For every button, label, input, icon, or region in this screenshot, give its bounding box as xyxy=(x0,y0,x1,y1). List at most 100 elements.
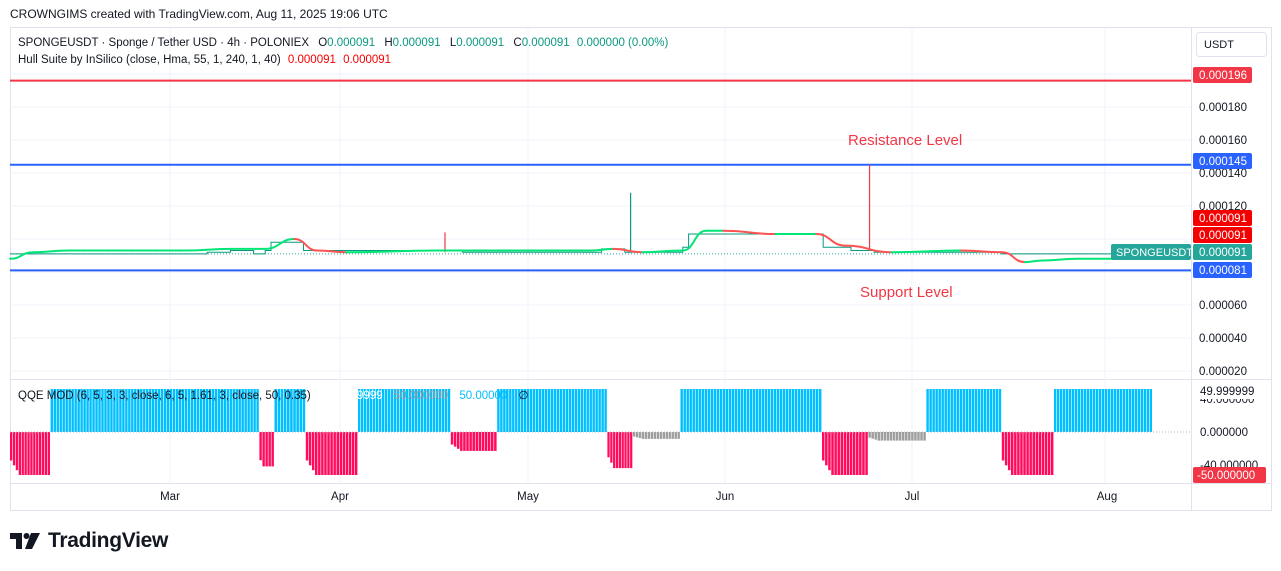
qqe-bar xyxy=(728,389,732,432)
qqe-bar xyxy=(478,432,482,451)
qqe-bar xyxy=(965,389,969,432)
hull-legend[interactable]: Hull Suite by InSilico (close, Hma, 55, … xyxy=(18,54,391,66)
qqe-bar xyxy=(683,389,686,432)
qqe-bar xyxy=(1098,389,1102,432)
qqe-bar xyxy=(1083,389,1087,432)
qqe-bar xyxy=(719,389,723,432)
qqe-bar xyxy=(638,432,642,439)
resistance-annotation[interactable]: Resistance Level xyxy=(848,132,962,149)
qqe-bar xyxy=(1001,432,1005,461)
qqe-bar xyxy=(788,389,792,432)
qqe-bar xyxy=(30,432,33,475)
qqe-bar xyxy=(36,432,39,475)
qqe-bar xyxy=(1119,389,1123,432)
tradingview-logo[interactable]: TradingView xyxy=(10,529,168,553)
qqe-bar xyxy=(956,389,959,432)
qqe-bar xyxy=(1035,432,1039,475)
qqe-bar xyxy=(923,432,926,441)
qqe-bar xyxy=(856,432,859,475)
resistance-value: 0.000145 xyxy=(1199,156,1247,168)
hull-legend-label: Hull Suite by InSilico (close, Hma, 55, … xyxy=(18,54,281,66)
qqe-bar xyxy=(959,389,962,432)
qqe-bar xyxy=(971,389,975,432)
chart[interactable]: 0.0002000.0001800.0001600.0001400.000120… xyxy=(0,0,1281,571)
qqe-bar xyxy=(852,432,856,475)
qqe-bar xyxy=(764,389,768,432)
qqe-bar xyxy=(773,389,777,432)
qqe-bar xyxy=(659,432,663,439)
qqe-bar xyxy=(1134,389,1138,432)
qqe-bar xyxy=(621,432,624,469)
qqe-bar xyxy=(862,432,865,475)
qqe-bar xyxy=(571,389,575,432)
qqe-bar xyxy=(615,432,619,469)
qqe-bar xyxy=(556,389,560,432)
qqe-bar xyxy=(577,389,580,432)
qqe-legend[interactable]: QQE MOD (6, 5, 3, 3, close, 6, 5, 1.61, … xyxy=(18,390,529,402)
qqe-bar xyxy=(662,432,666,439)
qqe-bar xyxy=(992,389,996,432)
qqe-bar xyxy=(865,432,868,475)
time-tick-label: Aug xyxy=(1097,491,1117,503)
qqe-bar xyxy=(1149,389,1152,432)
hull-segment xyxy=(183,247,232,252)
tradingview-logo-icon xyxy=(10,533,40,549)
symbol-line: SPONGEUSDT · Sponge / Tether USD · 4h · … xyxy=(18,37,309,49)
qqe-bar xyxy=(27,432,30,475)
qqe-bar xyxy=(592,389,595,432)
qqe-bar xyxy=(758,389,762,432)
qqe-bar xyxy=(1140,389,1144,432)
time-axis: Mar Apr May Jun Jul Aug xyxy=(160,491,1117,503)
qqe-bar xyxy=(1068,389,1072,432)
qqe-bar xyxy=(998,389,1002,432)
qqe-bar xyxy=(618,432,621,469)
qqe-bar xyxy=(647,432,651,439)
qqe-bar xyxy=(653,432,657,439)
qqe-bar xyxy=(938,389,941,432)
qqe-bar xyxy=(929,389,932,432)
price-tick-label: 0.000020 xyxy=(1199,366,1247,378)
qqe-bar xyxy=(336,432,339,475)
qqe-bar xyxy=(44,432,48,475)
qqe-bar xyxy=(535,389,539,432)
qqe-bar xyxy=(481,432,485,451)
support-annotation[interactable]: Support Level xyxy=(860,284,953,301)
qqe-bar xyxy=(980,389,984,432)
qqe-bar xyxy=(680,389,683,432)
qqe-bar xyxy=(731,389,735,432)
qqe-bar xyxy=(583,389,586,432)
symbol-legend[interactable]: SPONGEUSDT · Sponge / Tether USD · 4h · … xyxy=(18,37,668,49)
qqe-bar xyxy=(656,432,660,439)
qqe-bar xyxy=(265,432,268,467)
qqe-legend-value-1: 9999 xyxy=(357,390,383,402)
hull-segment xyxy=(32,249,69,254)
qqe-bar xyxy=(268,432,271,467)
qqe-bar xyxy=(574,389,578,432)
qqe-badge-bottom-value: -50.000000 xyxy=(1197,470,1255,482)
qqe-bar xyxy=(586,389,589,432)
qqe-bar xyxy=(529,389,533,432)
qqe-bar xyxy=(354,432,358,475)
qqe-bar xyxy=(695,389,698,432)
qqe-bar xyxy=(311,432,315,471)
qqe-bar xyxy=(589,389,592,432)
qqe-bar xyxy=(822,432,825,461)
hull-segment xyxy=(815,233,847,247)
qqe-bar xyxy=(674,432,677,439)
support-value: 0.000081 xyxy=(1199,265,1247,277)
qqe-bar xyxy=(749,389,753,432)
qqe-bar xyxy=(387,389,391,432)
qqe-bar xyxy=(737,389,741,432)
qqe-bar xyxy=(562,389,566,432)
open-value: 0.000091 xyxy=(327,37,375,49)
qqe-bar xyxy=(613,432,616,469)
qqe-bar xyxy=(39,432,42,475)
qqe-bar xyxy=(469,432,472,451)
qqe-bar xyxy=(935,389,938,432)
qqe-bar xyxy=(692,389,695,432)
qqe-bar xyxy=(308,432,312,466)
qqe-bar xyxy=(671,432,674,439)
qqe-bar xyxy=(665,432,668,439)
qqe-bar xyxy=(917,432,920,441)
qqe-bar xyxy=(1116,389,1120,432)
